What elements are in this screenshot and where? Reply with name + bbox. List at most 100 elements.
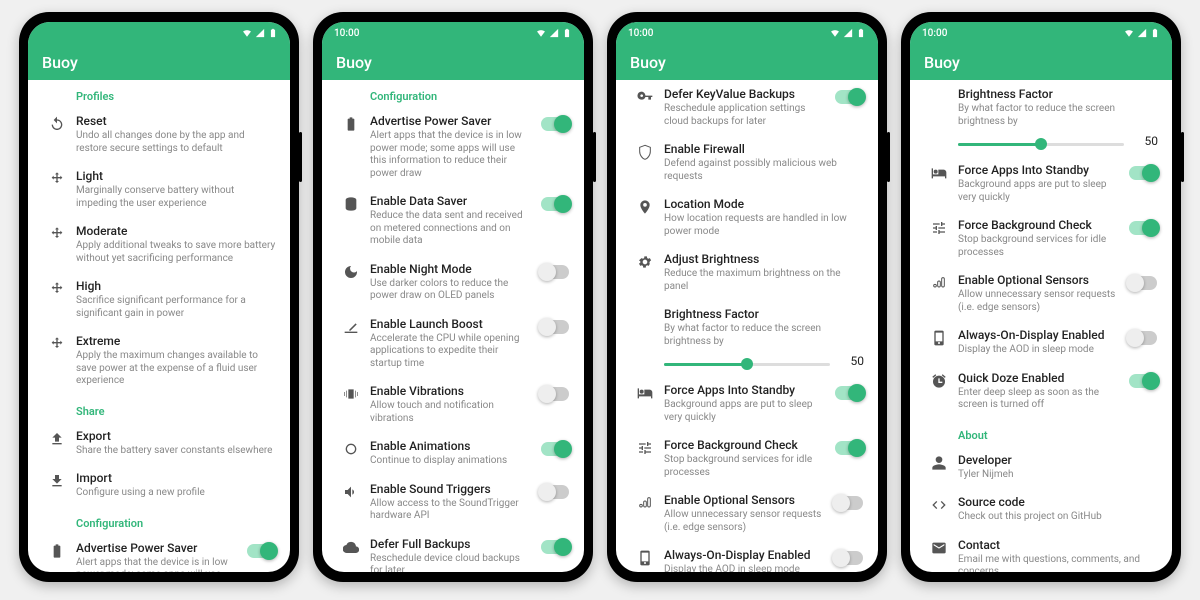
wifi-icon bbox=[830, 28, 840, 38]
switch[interactable] bbox=[1129, 221, 1157, 235]
signal-icon bbox=[637, 495, 653, 511]
gear-icon bbox=[637, 254, 653, 270]
shield-icon bbox=[637, 144, 653, 160]
brightness-slider[interactable]: 50 bbox=[910, 130, 1172, 156]
switch[interactable] bbox=[1129, 166, 1157, 180]
phone-frame-4: 10:00 Buoy Brightness FactorBy what fact… bbox=[901, 12, 1181, 582]
tune-icon bbox=[931, 220, 947, 236]
share-export[interactable]: Export Share the battery saver constants… bbox=[28, 422, 290, 465]
status-bar: 10:00 bbox=[322, 22, 584, 44]
config-launch[interactable]: Enable Launch BoostAccelerate the CPU wh… bbox=[322, 310, 584, 378]
config-sound[interactable]: Enable Sound TriggersAllow access to the… bbox=[322, 475, 584, 530]
cloud-icon bbox=[343, 539, 359, 555]
about-developer[interactable]: DeveloperTyler Nijmeh bbox=[910, 446, 1172, 489]
app-bar: Buoy bbox=[910, 44, 1172, 80]
config-brightness-factor: Brightness FactorBy what factor to reduc… bbox=[910, 80, 1172, 130]
config-vibrations[interactable]: Enable VibrationsAllow touch and notific… bbox=[322, 377, 584, 432]
config-firewall[interactable]: Enable FirewallDefend against possibly m… bbox=[616, 135, 878, 190]
switch[interactable] bbox=[835, 386, 863, 400]
switch[interactable] bbox=[835, 496, 863, 510]
brightness-slider[interactable]: 50 bbox=[616, 350, 878, 376]
config-doze[interactable]: Quick Doze EnabledEnter deep sleep as so… bbox=[910, 364, 1172, 419]
config-location[interactable]: Location ModeHow location requests are h… bbox=[616, 190, 878, 245]
switch[interactable] bbox=[1129, 374, 1157, 388]
status-time: 10:00 bbox=[334, 28, 359, 39]
config-kv-backups[interactable]: Defer KeyValue BackupsReschedule applica… bbox=[616, 80, 878, 135]
switch[interactable] bbox=[541, 442, 569, 456]
code-icon bbox=[931, 497, 947, 513]
wifi-icon bbox=[242, 28, 252, 38]
mail-icon bbox=[931, 540, 947, 556]
battery-icon bbox=[856, 28, 866, 38]
phone-icon bbox=[931, 330, 947, 346]
config-night[interactable]: Enable Night ModeUse darker colors to re… bbox=[322, 255, 584, 310]
move-icon bbox=[49, 336, 65, 352]
profile-light[interactable]: Light Marginally conserve battery withou… bbox=[28, 162, 290, 217]
about-contact[interactable]: ContactEmail me with questions, comments… bbox=[910, 531, 1172, 573]
cell-icon bbox=[549, 28, 559, 38]
move-icon bbox=[49, 281, 65, 297]
profile-high[interactable]: High Sacrifice significant performance f… bbox=[28, 272, 290, 327]
bed-icon bbox=[931, 165, 947, 181]
battery-icon bbox=[49, 543, 65, 559]
switch[interactable] bbox=[835, 551, 863, 565]
config-standby[interactable]: Force Apps Into StandbyBackground apps a… bbox=[910, 156, 1172, 211]
section-configuration: Configuration bbox=[28, 507, 290, 534]
config-sensors[interactable]: Enable Optional SensorsAllow unnecessary… bbox=[910, 266, 1172, 321]
switch[interactable] bbox=[541, 540, 569, 554]
switch[interactable] bbox=[541, 485, 569, 499]
switch[interactable] bbox=[835, 90, 863, 104]
switch[interactable] bbox=[1129, 331, 1157, 345]
config-brightness[interactable]: Adjust BrightnessReduce the maximum brig… bbox=[616, 245, 878, 300]
config-animations[interactable]: Enable AnimationsContinue to display ani… bbox=[322, 432, 584, 475]
battery-icon bbox=[268, 28, 278, 38]
switch[interactable] bbox=[1129, 276, 1157, 290]
switch[interactable] bbox=[247, 544, 275, 558]
data-icon bbox=[343, 196, 359, 212]
switch[interactable] bbox=[541, 387, 569, 401]
person-icon bbox=[931, 455, 947, 471]
about-source[interactable]: Source codeCheck out this project on Git… bbox=[910, 488, 1172, 531]
row-title: Reset bbox=[76, 114, 276, 129]
config-full-backups[interactable]: Defer Full BackupsReschedule device clou… bbox=[322, 530, 584, 573]
switch[interactable] bbox=[541, 265, 569, 279]
config-adv-power[interactable]: Advertise Power Saver Alert apps that th… bbox=[28, 534, 290, 573]
cell-icon bbox=[843, 28, 853, 38]
section-profiles: Profiles bbox=[28, 80, 290, 107]
switch[interactable] bbox=[541, 117, 569, 131]
config-aod[interactable]: Always-On-Display EnabledDisplay the AOD… bbox=[910, 321, 1172, 364]
move-icon bbox=[49, 226, 65, 242]
profile-extreme[interactable]: Extreme Apply the maximum changes availa… bbox=[28, 327, 290, 395]
app-title: Buoy bbox=[42, 53, 78, 72]
move-icon bbox=[49, 171, 65, 187]
config-bgcheck[interactable]: Force Background CheckStop background se… bbox=[616, 431, 878, 486]
battery-icon bbox=[562, 28, 572, 38]
status-bar bbox=[28, 22, 290, 44]
sound-icon bbox=[343, 484, 359, 500]
profile-reset[interactable]: Reset Undo all changes done by the app a… bbox=[28, 107, 290, 162]
alarm-icon bbox=[931, 373, 947, 389]
status-bar: 10:00 bbox=[910, 22, 1172, 44]
phone-frame-3: 10:00 Buoy Defer KeyValue BackupsResched… bbox=[607, 12, 887, 582]
switch[interactable] bbox=[541, 320, 569, 334]
config-aod[interactable]: Always-On-Display EnabledDisplay the AOD… bbox=[616, 541, 878, 572]
switch[interactable] bbox=[835, 441, 863, 455]
animation-icon bbox=[343, 441, 359, 457]
config-bgcheck[interactable]: Force Background CheckStop background se… bbox=[910, 211, 1172, 266]
share-import[interactable]: Import Configure using a new profile bbox=[28, 464, 290, 507]
config-sensors[interactable]: Enable Optional SensorsAllow unnecessary… bbox=[616, 486, 878, 541]
download-icon bbox=[49, 473, 65, 489]
switch[interactable] bbox=[541, 197, 569, 211]
config-adv-power[interactable]: Advertise Power SaverAlert apps that the… bbox=[322, 107, 584, 187]
battery-icon bbox=[1150, 28, 1160, 38]
cell-icon bbox=[1137, 28, 1147, 38]
cell-icon bbox=[255, 28, 265, 38]
app-bar: Buoy bbox=[322, 44, 584, 80]
signal-icon bbox=[931, 275, 947, 291]
profile-moderate[interactable]: Moderate Apply additional tweaks to save… bbox=[28, 217, 290, 272]
section-share: Share bbox=[28, 395, 290, 422]
status-bar: 10:00 bbox=[616, 22, 878, 44]
tune-icon bbox=[637, 440, 653, 456]
config-standby[interactable]: Force Apps Into StandbyBackground apps a… bbox=[616, 376, 878, 431]
config-data-saver[interactable]: Enable Data SaverReduce the data sent an… bbox=[322, 187, 584, 255]
